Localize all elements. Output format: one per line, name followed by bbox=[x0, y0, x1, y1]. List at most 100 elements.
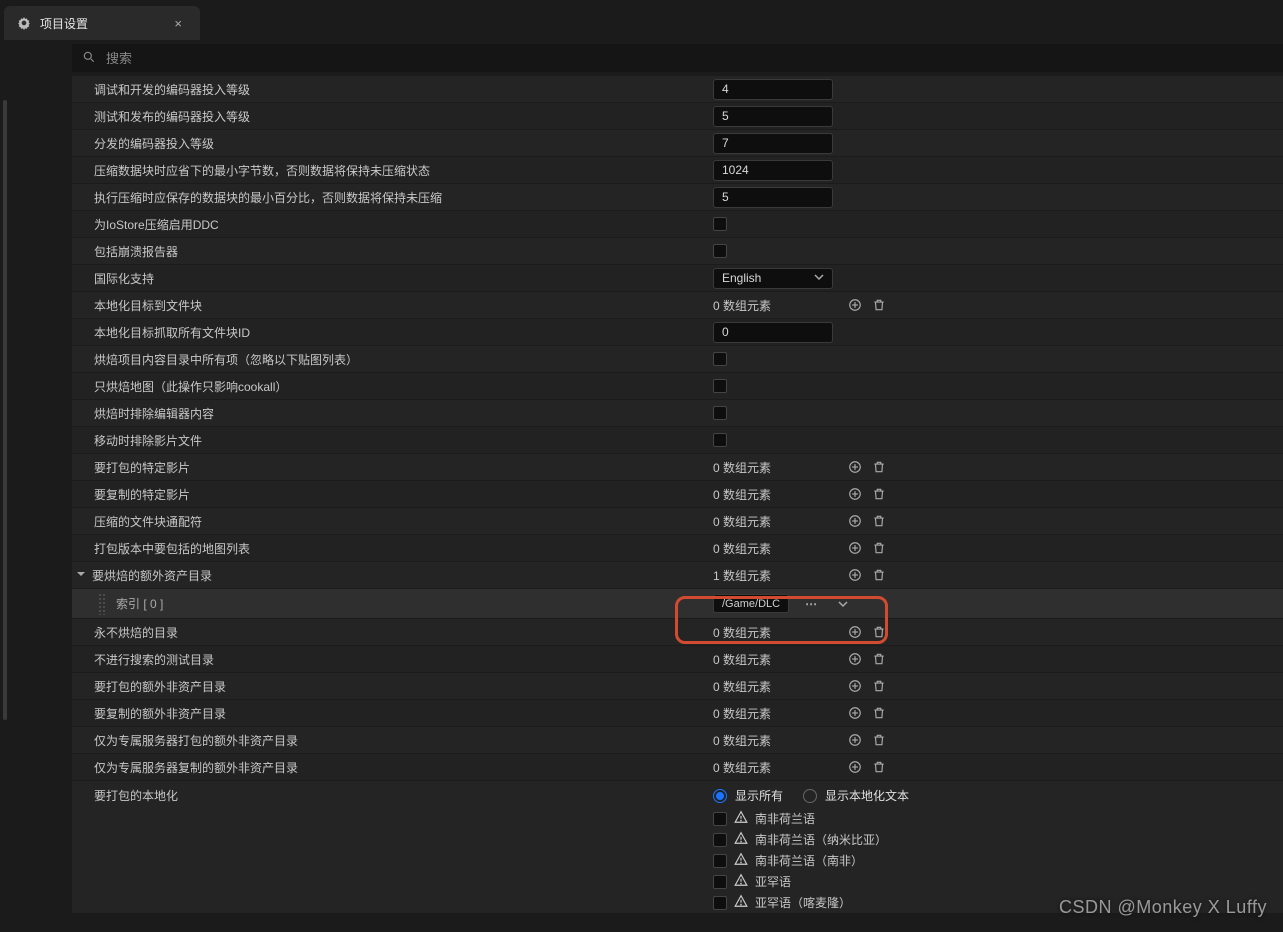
warning-icon bbox=[734, 852, 748, 869]
watermark: CSDN @Monkey X Luffy bbox=[1059, 897, 1267, 918]
array-index-label: 索引 [ 0 ] bbox=[116, 595, 163, 612]
value-input[interactable] bbox=[713, 322, 833, 343]
setting-label: 要打包的本地化 bbox=[94, 787, 178, 804]
clear-array-icon[interactable] bbox=[869, 649, 889, 669]
locale-checkbox[interactable] bbox=[713, 812, 727, 826]
setting-row: 执行压缩时应保存的数据块的最小百分比，否则数据将保持未压缩 bbox=[72, 184, 1283, 211]
clear-array-icon[interactable] bbox=[869, 457, 889, 477]
dropdown-i18n[interactable]: English bbox=[713, 268, 833, 289]
clear-array-icon[interactable] bbox=[869, 757, 889, 777]
sidebar-scrollbar[interactable] bbox=[3, 100, 7, 720]
locale-checkbox[interactable] bbox=[713, 875, 727, 889]
setting-row: 本地化目标到文件块 0 数组元素 bbox=[72, 292, 1283, 319]
add-element-icon[interactable] bbox=[845, 649, 865, 669]
locale-checkbox[interactable] bbox=[713, 896, 727, 910]
add-element-icon[interactable] bbox=[845, 703, 865, 723]
checkbox[interactable] bbox=[713, 352, 727, 366]
chevron-down-icon[interactable] bbox=[833, 594, 853, 614]
array-count: 0 数组元素 bbox=[713, 624, 771, 641]
checkbox[interactable] bbox=[713, 244, 727, 258]
setting-label: 移动时排除影片文件 bbox=[94, 432, 202, 449]
add-element-icon[interactable] bbox=[845, 676, 865, 696]
clear-array-icon[interactable] bbox=[869, 622, 889, 642]
settings-icon bbox=[16, 15, 32, 31]
path-value[interactable]: /Game/DLC bbox=[713, 594, 789, 613]
radio-label: 显示所有 bbox=[735, 787, 783, 804]
add-element-icon[interactable] bbox=[845, 730, 865, 750]
checkbox[interactable] bbox=[713, 433, 727, 447]
setting-label: 打包版本中要包括的地图列表 bbox=[94, 540, 250, 557]
setting-label: 测试和发布的编码器投入等级 bbox=[94, 108, 250, 125]
locale-name: 亚罕语 bbox=[755, 873, 791, 890]
radio-show-all[interactable] bbox=[713, 789, 727, 803]
setting-label: 压缩数据块时应省下的最小字节数，否则数据将保持未压缩状态 bbox=[94, 162, 430, 179]
add-element-icon[interactable] bbox=[845, 757, 865, 777]
locale-checkbox[interactable] bbox=[713, 833, 727, 847]
setting-label: 本地化目标到文件块 bbox=[94, 297, 202, 314]
add-element-icon[interactable] bbox=[845, 565, 865, 585]
clear-array-icon[interactable] bbox=[869, 730, 889, 750]
add-element-icon[interactable] bbox=[845, 622, 865, 642]
setting-label: 国际化支持 bbox=[94, 270, 154, 287]
close-icon[interactable]: × bbox=[168, 14, 188, 33]
value-input[interactable] bbox=[713, 106, 833, 127]
setting-row: 不进行搜索的测试目录 0 数组元素 bbox=[72, 646, 1283, 673]
clear-array-icon[interactable] bbox=[869, 511, 889, 531]
array-count: 0 数组元素 bbox=[713, 759, 771, 776]
value-input[interactable] bbox=[713, 187, 833, 208]
setting-label: 压缩的文件块通配符 bbox=[94, 513, 202, 530]
tab-title: 项目设置 bbox=[40, 15, 88, 32]
tab-project-settings[interactable]: 项目设置 × bbox=[4, 6, 200, 40]
checkbox[interactable] bbox=[713, 217, 727, 231]
search-bar bbox=[72, 44, 1283, 72]
locale-item: 南非荷兰语（南非） bbox=[713, 852, 1273, 869]
setting-row: 分发的编码器投入等级 bbox=[72, 130, 1283, 157]
radio-show-loc[interactable] bbox=[803, 789, 817, 803]
add-element-icon[interactable] bbox=[845, 457, 865, 477]
value-input[interactable] bbox=[713, 79, 833, 100]
clear-array-icon[interactable] bbox=[869, 484, 889, 504]
clear-array-icon[interactable] bbox=[869, 703, 889, 723]
disclosure-toggle[interactable] bbox=[76, 568, 88, 582]
drag-handle-icon[interactable] bbox=[98, 593, 106, 615]
locale-name: 亚罕语（喀麦隆） bbox=[755, 894, 851, 911]
setting-row: 永不烘焙的目录 0 数组元素 bbox=[72, 619, 1283, 646]
setting-row: 本地化目标抓取所有文件块ID bbox=[72, 319, 1283, 346]
warning-icon bbox=[734, 873, 748, 890]
clear-array-icon[interactable] bbox=[869, 676, 889, 696]
setting-row: 要打包的特定影片 0 数组元素 bbox=[72, 454, 1283, 481]
setting-label: 不进行搜索的测试目录 bbox=[94, 651, 214, 668]
add-element-icon[interactable] bbox=[845, 295, 865, 315]
locale-checkbox[interactable] bbox=[713, 854, 727, 868]
array-count: 1 数组元素 bbox=[713, 567, 771, 584]
setting-label: 要烘焙的额外资产目录 bbox=[92, 567, 212, 584]
setting-label: 仅为专属服务器打包的额外非资产目录 bbox=[94, 732, 298, 749]
setting-row: 压缩数据块时应省下的最小字节数，否则数据将保持未压缩状态 bbox=[72, 157, 1283, 184]
setting-row-expanded: 要烘焙的额外资产目录 1 数组元素 bbox=[72, 562, 1283, 589]
add-element-icon[interactable] bbox=[845, 511, 865, 531]
clear-array-icon[interactable] bbox=[869, 538, 889, 558]
setting-label: 分发的编码器投入等级 bbox=[94, 135, 214, 152]
setting-label: 烘焙项目内容目录中所有项（忽略以下贴图列表） bbox=[94, 351, 358, 368]
search-input[interactable] bbox=[106, 51, 1273, 66]
add-element-icon[interactable] bbox=[845, 538, 865, 558]
setting-row: 移动时排除影片文件 bbox=[72, 427, 1283, 454]
search-icon bbox=[82, 50, 96, 67]
more-icon[interactable]: ⋯ bbox=[801, 594, 821, 614]
array-count: 0 数组元素 bbox=[713, 513, 771, 530]
setting-label: 要复制的特定影片 bbox=[94, 486, 190, 503]
warning-icon bbox=[734, 810, 748, 827]
checkbox[interactable] bbox=[713, 379, 727, 393]
warning-icon bbox=[734, 831, 748, 848]
setting-row: 国际化支持 English bbox=[72, 265, 1283, 292]
setting-row: 仅为专属服务器复制的额外非资产目录 0 数组元素 bbox=[72, 754, 1283, 781]
checkbox[interactable] bbox=[713, 406, 727, 420]
array-count: 0 数组元素 bbox=[713, 705, 771, 722]
clear-array-icon[interactable] bbox=[869, 565, 889, 585]
value-input[interactable] bbox=[713, 160, 833, 181]
add-element-icon[interactable] bbox=[845, 484, 865, 504]
setting-label: 仅为专属服务器复制的额外非资产目录 bbox=[94, 759, 298, 776]
clear-array-icon[interactable] bbox=[869, 295, 889, 315]
value-input[interactable] bbox=[713, 133, 833, 154]
setting-label: 执行压缩时应保存的数据块的最小百分比，否则数据将保持未压缩 bbox=[94, 189, 442, 206]
